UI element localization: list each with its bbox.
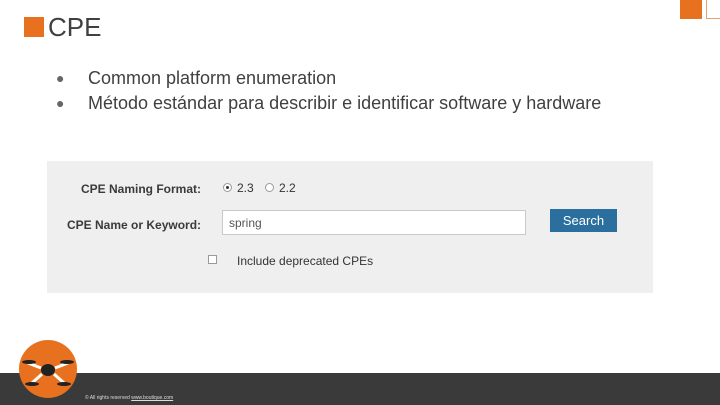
bullet-item: ● Método estándar para describir e ident…	[56, 91, 601, 116]
keyword-label: CPE Name or Keyword:	[67, 218, 202, 232]
corner-outline-decoration	[706, 0, 720, 19]
title-square-icon	[24, 17, 44, 37]
logo	[19, 340, 77, 398]
search-button[interactable]: Search	[550, 209, 617, 232]
format-option-2-2-label: 2.2	[279, 181, 296, 195]
format-option-2-3-label: 2.3	[237, 181, 254, 195]
format-radio-2-2[interactable]	[265, 183, 274, 192]
bullet-text: Método estándar para describir e identif…	[88, 93, 602, 113]
include-deprecated-label: Include deprecated CPEs	[237, 254, 374, 268]
bullet-dot-icon: ●	[56, 95, 65, 111]
bullet-item: ● Common platform enumeration	[56, 66, 601, 91]
format-radio-2-3[interactable]	[223, 183, 232, 192]
footer-link[interactable]: www.boutique.com	[131, 395, 173, 401]
slide-title: CPE	[48, 12, 102, 42]
logo-drone-icon	[22, 360, 74, 386]
bullet-text: Common platform enumeration	[88, 68, 337, 88]
bullet-dot-icon: ●	[56, 70, 65, 86]
bullet-list: ● Common platform enumeration ● Método e…	[56, 66, 601, 116]
include-deprecated-checkbox[interactable]	[208, 255, 217, 264]
naming-format-label: CPE Naming Format:	[81, 182, 202, 196]
corner-decoration	[680, 0, 702, 19]
footer-rights-text: © All rights reserved	[85, 395, 132, 401]
keyword-input[interactable]: spring	[222, 210, 526, 235]
footer-copyright: © All rights reserved www.boutique.com	[85, 395, 173, 401]
